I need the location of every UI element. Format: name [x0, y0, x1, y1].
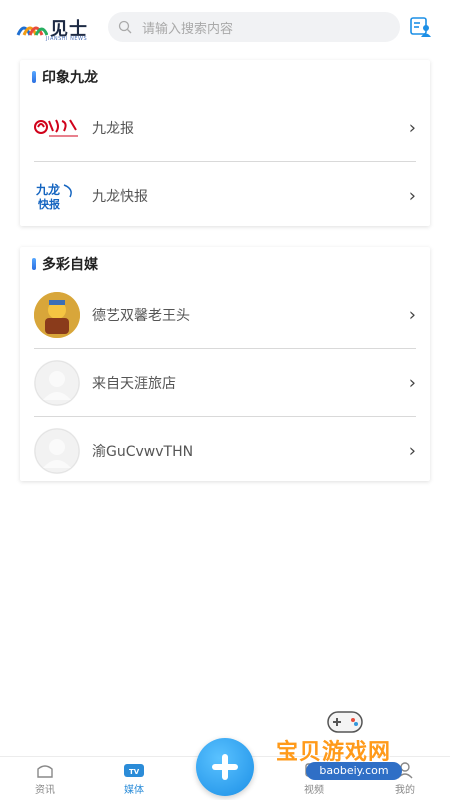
- section-accent-bar: [32, 258, 36, 270]
- media-item-label: 来自天涯旅店: [92, 376, 176, 392]
- svg-text:九龙: 九龙: [35, 182, 60, 197]
- avatar-placeholder-icon: [34, 428, 80, 474]
- svg-text:TV: TV: [129, 768, 140, 776]
- tab-news[interactable]: 资讯: [15, 761, 75, 796]
- svg-text:快报: 快报: [37, 197, 61, 211]
- section-card-impression: 印象九龙 九龙报 › 九龙 快报 九龙快报 ›: [20, 60, 430, 226]
- chevron-right-icon: ›: [408, 372, 416, 394]
- jiulongkuaibao-logo-icon: 九龙 快报: [34, 181, 80, 211]
- plus-icon: [212, 754, 238, 780]
- media-item-label: 德艺双馨老王头: [92, 308, 190, 324]
- tab-media[interactable]: TV 媒体: [104, 761, 164, 796]
- chevron-right-icon: ›: [408, 185, 416, 207]
- section-title: 多彩自媒: [42, 257, 98, 273]
- watermark: 宝贝游戏网 baobeiy.com: [270, 704, 440, 784]
- tab-label: 媒体: [124, 785, 144, 796]
- media-item-yu[interactable]: 渝GuCvwvTHN ›: [20, 417, 430, 485]
- tv-icon: TV: [124, 764, 144, 777]
- gamepad-icon: [327, 711, 363, 733]
- avatar-placeholder-icon: [34, 360, 80, 406]
- chevron-right-icon: ›: [408, 117, 416, 139]
- tab-label: 资讯: [35, 785, 55, 796]
- section-title: 印象九龙: [42, 70, 98, 86]
- logo-subtext: JIANSHI NEWS: [46, 36, 88, 42]
- search-icon: [118, 20, 132, 34]
- avatar: [34, 292, 80, 338]
- watermark-url: baobeiy.com: [306, 762, 402, 780]
- media-item-jiulongkuaibao[interactable]: 九龙 快报 九龙快报 ›: [20, 162, 430, 230]
- chevron-right-icon: ›: [408, 304, 416, 326]
- section-accent-bar: [32, 71, 36, 83]
- home-icon: [37, 765, 53, 778]
- app-logo: 见士 JIANSHI NEWS: [16, 14, 98, 42]
- jiulongbao-logo-icon: [34, 113, 80, 143]
- publish-fab-button[interactable]: [196, 738, 254, 796]
- logo-mark-icon: [16, 17, 49, 39]
- section-card-self-media: 多彩自媒 德艺双馨老王头 › 来自天涯旅店 › 渝GuCvwvTHN ›: [20, 247, 430, 481]
- media-item-jiulongbao[interactable]: 九龙报 ›: [20, 94, 430, 162]
- media-item-label: 渝GuCvwvTHN: [92, 444, 194, 460]
- search-input[interactable]: 请输入搜索内容: [108, 12, 400, 42]
- app-header: 见士 JIANSHI NEWS 请输入搜索内容: [0, 0, 450, 56]
- search-placeholder: 请输入搜索内容: [142, 21, 234, 37]
- media-item-deyishuangxin[interactable]: 德艺双馨老王头 ›: [20, 281, 430, 349]
- media-item-tianya[interactable]: 来自天涯旅店 ›: [20, 349, 430, 417]
- section-header: 印象九龙: [20, 60, 430, 94]
- media-item-label: 九龙报: [92, 121, 134, 137]
- user-scan-icon[interactable]: [410, 16, 432, 38]
- media-item-label: 九龙快报: [92, 189, 148, 205]
- chevron-right-icon: ›: [408, 440, 416, 462]
- section-header: 多彩自媒: [20, 247, 430, 281]
